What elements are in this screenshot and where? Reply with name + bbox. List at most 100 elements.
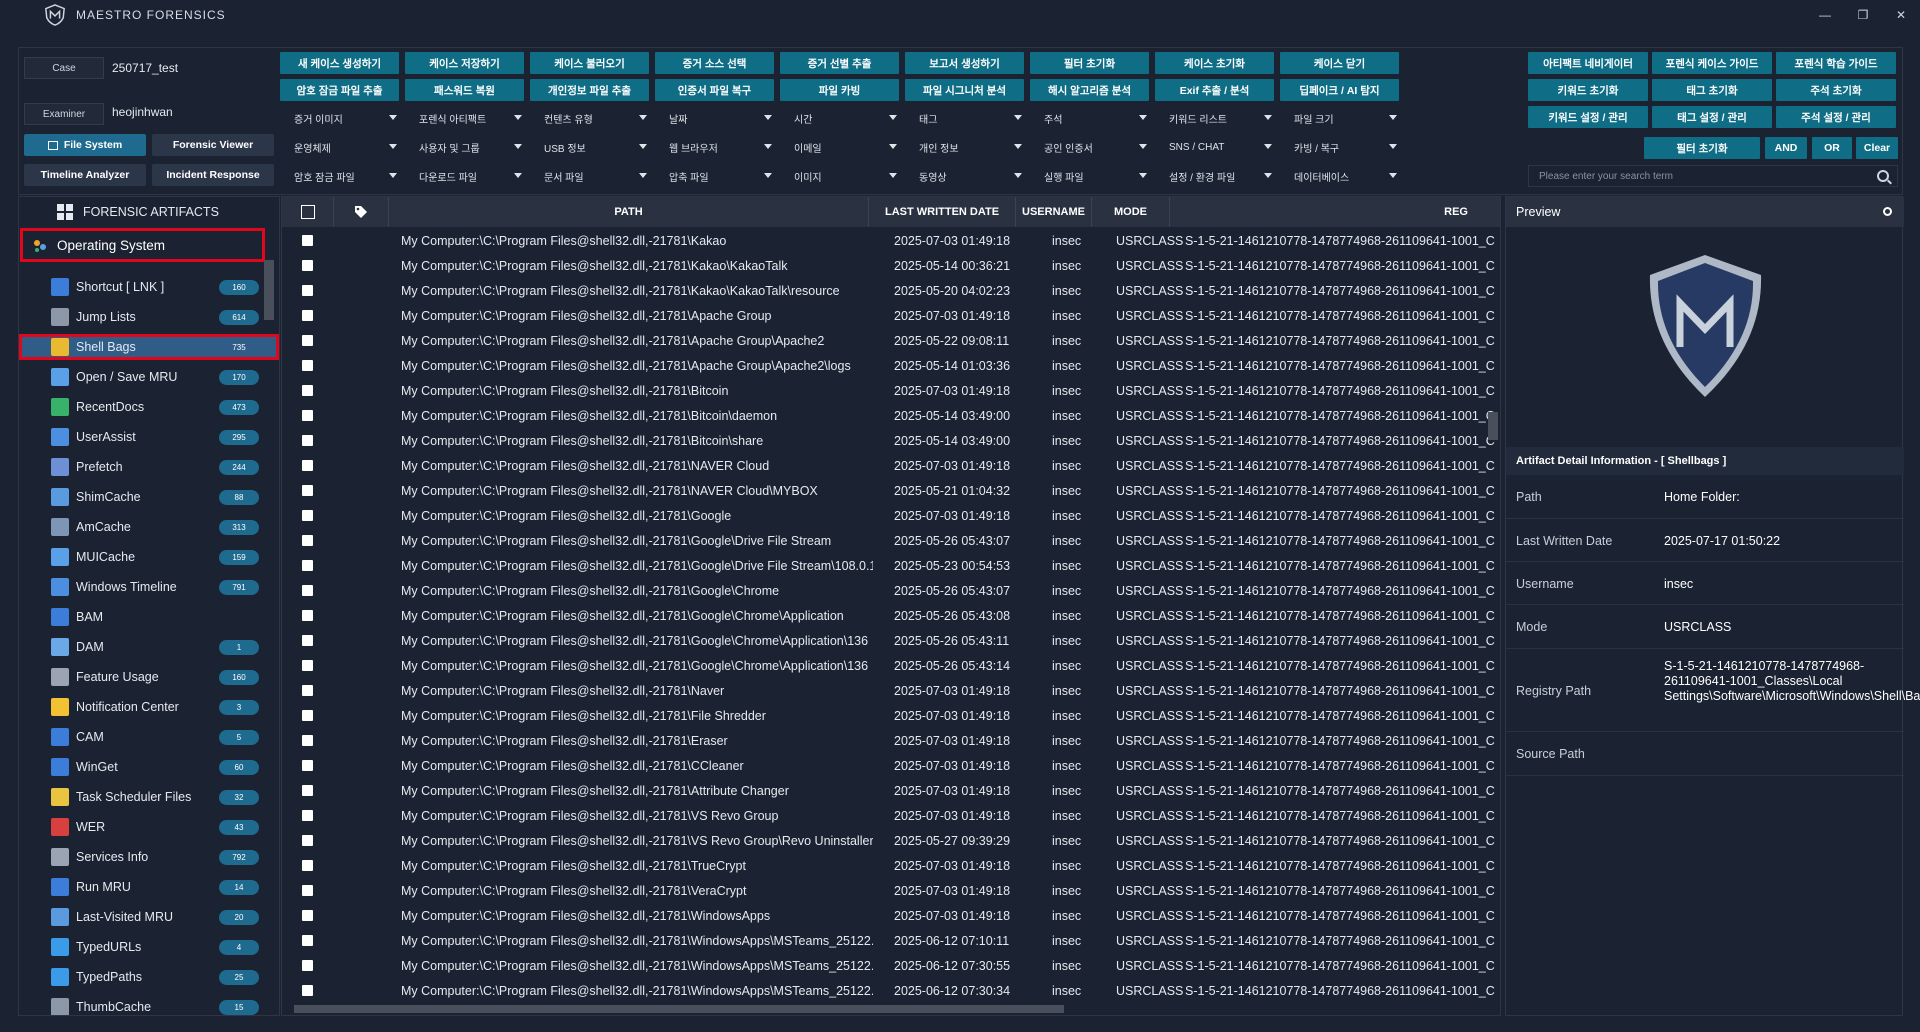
toolbar-button-2[interactable]: 케이스 불러오기: [530, 52, 649, 74]
filter-dropdown[interactable]: 포렌식 아티팩트: [405, 107, 528, 129]
close-icon[interactable]: ✕: [1882, 0, 1920, 30]
filter-dropdown[interactable]: 사용자 및 그룹: [405, 136, 528, 158]
filter-dropdown[interactable]: 문서 파일: [530, 165, 653, 187]
artifact-item[interactable]: Jump Lists 614: [19, 304, 279, 330]
filter-dropdown[interactable]: 공인 인증서: [1030, 136, 1153, 158]
row-checkbox[interactable]: [302, 635, 313, 646]
row-checkbox[interactable]: [302, 335, 313, 346]
table-row[interactable]: My Computer:\C:\Program Files@shell32.dl…: [282, 703, 1500, 728]
table-row[interactable]: My Computer:\C:\Program Files@shell32.dl…: [282, 278, 1500, 303]
artifact-item[interactable]: AmCache 313: [19, 514, 279, 540]
search-input[interactable]: Please enter your search term: [1528, 165, 1898, 187]
row-checkbox[interactable]: [302, 935, 313, 946]
filter-button-2[interactable]: OR: [1812, 137, 1852, 159]
filter-dropdown[interactable]: 암호 잠금 파일: [280, 165, 403, 187]
table-row[interactable]: My Computer:\C:\Program Files@shell32.dl…: [282, 303, 1500, 328]
filter-dropdown[interactable]: SNS / CHAT: [1155, 136, 1278, 158]
table-row[interactable]: My Computer:\C:\Program Files@shell32.dl…: [282, 553, 1500, 578]
filter-dropdown[interactable]: USB 정보: [530, 136, 653, 158]
filter-dropdown[interactable]: 동영상: [905, 165, 1028, 187]
table-row[interactable]: My Computer:\C:\Program Files@shell32.dl…: [282, 528, 1500, 553]
tool-button-0[interactable]: 암호 잠금 파일 추출: [280, 79, 399, 101]
tool-button-5[interactable]: 파일 시그니처 분석: [905, 79, 1024, 101]
column-path[interactable]: PATH: [389, 197, 869, 227]
toolbar-button-4[interactable]: 증거 선별 추출: [780, 52, 899, 74]
toolbar-button-8[interactable]: 케이스 닫기: [1280, 52, 1399, 74]
toolbar-button-3[interactable]: 증거 소스 선택: [655, 52, 774, 74]
row-checkbox[interactable]: [302, 860, 313, 871]
filter-dropdown[interactable]: 시간: [780, 107, 903, 129]
row-checkbox[interactable]: [302, 785, 313, 796]
artifact-item[interactable]: CAM 5: [19, 724, 279, 750]
artifact-item[interactable]: MUICache 159: [19, 544, 279, 570]
row-checkbox[interactable]: [302, 485, 313, 496]
filter-button-1[interactable]: AND: [1765, 137, 1807, 159]
artifact-item[interactable]: DAM 1: [19, 634, 279, 660]
row-checkbox[interactable]: [302, 360, 313, 371]
filter-dropdown[interactable]: 태그: [905, 107, 1028, 129]
right-tool-button[interactable]: 태그 초기화: [1652, 79, 1772, 101]
row-checkbox[interactable]: [302, 760, 313, 771]
right-tool-button[interactable]: 주석 설정 / 관리: [1776, 106, 1896, 128]
toolbar-button-1[interactable]: 케이스 저장하기: [405, 52, 524, 74]
filter-dropdown[interactable]: 키워드 리스트: [1155, 107, 1278, 129]
right-tool-button[interactable]: 주석 초기화: [1776, 79, 1896, 101]
artifact-item[interactable]: WER 43: [19, 814, 279, 840]
row-checkbox[interactable]: [302, 260, 313, 271]
toolbar-button-7[interactable]: 케이스 초기화: [1155, 52, 1274, 74]
preview-options-icon[interactable]: [1883, 207, 1892, 216]
table-row[interactable]: My Computer:\C:\Program Files@shell32.dl…: [282, 753, 1500, 778]
table-row[interactable]: My Computer:\C:\Program Files@shell32.dl…: [282, 978, 1500, 1003]
artifact-item[interactable]: Services Info 792: [19, 844, 279, 870]
table-row[interactable]: My Computer:\C:\Program Files@shell32.dl…: [282, 578, 1500, 603]
artifact-item[interactable]: Shortcut [ LNK ] 160: [19, 274, 279, 300]
table-row[interactable]: My Computer:\C:\Program Files@shell32.dl…: [282, 953, 1500, 978]
filter-button-3[interactable]: Clear: [1856, 137, 1898, 159]
select-all-column[interactable]: [282, 197, 334, 227]
artifact-item[interactable]: RecentDocs 473: [19, 394, 279, 420]
table-row[interactable]: My Computer:\C:\Program Files@shell32.dl…: [282, 853, 1500, 878]
table-row[interactable]: My Computer:\C:\Program Files@shell32.dl…: [282, 503, 1500, 528]
row-checkbox[interactable]: [302, 285, 313, 296]
filter-dropdown[interactable]: 웹 브라우저: [655, 136, 778, 158]
filter-dropdown[interactable]: 컨텐츠 유형: [530, 107, 653, 129]
row-checkbox[interactable]: [302, 710, 313, 721]
row-checkbox[interactable]: [302, 410, 313, 421]
artifact-item[interactable]: TypedURLs 4: [19, 934, 279, 960]
filter-dropdown[interactable]: 개인 정보: [905, 136, 1028, 158]
timeline-analyzer-button[interactable]: Timeline Analyzer: [24, 164, 146, 186]
tool-button-4[interactable]: 파일 카빙: [780, 79, 899, 101]
row-checkbox[interactable]: [302, 660, 313, 671]
row-checkbox[interactable]: [302, 585, 313, 596]
filter-dropdown[interactable]: 파일 크기: [1280, 107, 1403, 129]
filter-dropdown[interactable]: 설정 / 환경 파일: [1155, 165, 1278, 187]
tool-button-8[interactable]: 딥페이크 / AI 탐지: [1280, 79, 1399, 101]
toolbar-button-0[interactable]: 새 케이스 생성하기: [280, 52, 399, 74]
row-checkbox[interactable]: [302, 810, 313, 821]
artifact-item[interactable]: Prefetch 244: [19, 454, 279, 480]
right-tool-button[interactable]: 키워드 설정 / 관리: [1528, 106, 1648, 128]
filter-dropdown[interactable]: 주석: [1030, 107, 1153, 129]
table-row[interactable]: My Computer:\C:\Program Files@shell32.dl…: [282, 478, 1500, 503]
right-tool-button[interactable]: 포렌식 케이스 가이드: [1652, 52, 1772, 74]
row-checkbox[interactable]: [302, 985, 313, 996]
minimize-icon[interactable]: —: [1806, 0, 1844, 30]
table-vertical-scrollbar[interactable]: [1488, 412, 1498, 440]
table-row[interactable]: My Computer:\C:\Program Files@shell32.dl…: [282, 803, 1500, 828]
artifact-item[interactable]: ThumbCache 15: [19, 994, 279, 1015]
right-tool-button[interactable]: 아티팩트 네비게이터: [1528, 52, 1648, 74]
row-checkbox[interactable]: [302, 835, 313, 846]
tool-button-2[interactable]: 개인정보 파일 추출: [530, 79, 649, 101]
table-row[interactable]: My Computer:\C:\Program Files@shell32.dl…: [282, 678, 1500, 703]
table-row[interactable]: My Computer:\C:\Program Files@shell32.dl…: [282, 228, 1500, 253]
table-row[interactable]: My Computer:\C:\Program Files@shell32.dl…: [282, 253, 1500, 278]
artifact-item[interactable]: Run MRU 14: [19, 874, 279, 900]
row-checkbox[interactable]: [302, 235, 313, 246]
column-username[interactable]: USERNAME: [1016, 197, 1092, 227]
toolbar-button-5[interactable]: 보고서 생성하기: [905, 52, 1024, 74]
filter-dropdown[interactable]: 데이터베이스: [1280, 165, 1403, 187]
filter-dropdown[interactable]: 날짜: [655, 107, 778, 129]
row-checkbox[interactable]: [302, 735, 313, 746]
artifact-list-scrollbar[interactable]: [264, 260, 274, 320]
row-checkbox[interactable]: [302, 435, 313, 446]
